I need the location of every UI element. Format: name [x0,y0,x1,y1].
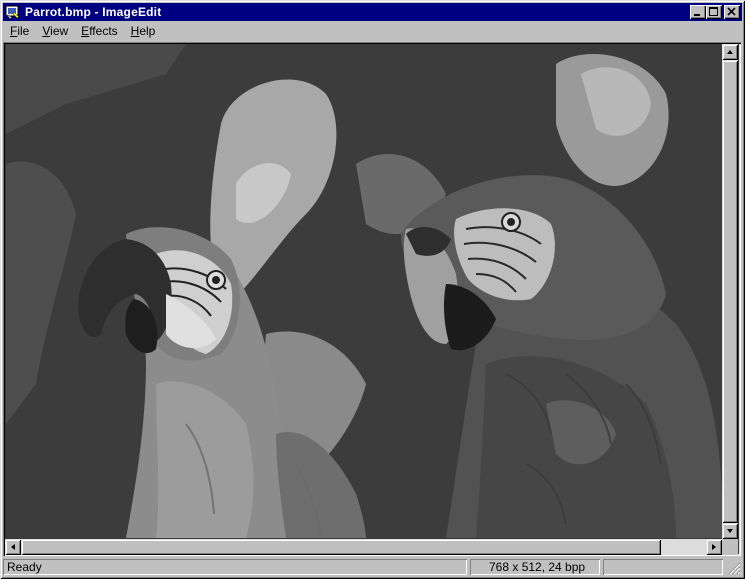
maximize-button[interactable] [706,5,722,19]
close-icon [727,7,736,16]
app-window: Parrot.bmp - ImageEdit File View Effects… [0,0,745,579]
title-buttons [690,5,740,19]
minimize-button[interactable] [690,5,706,19]
menu-help-label: Help [130,24,156,38]
menu-bar: File View Effects Help [3,22,742,41]
menu-file-label: File [10,24,30,38]
maximize-icon [709,7,718,16]
app-icon[interactable] [5,4,21,20]
arrow-down-icon [727,529,733,533]
arrow-left-icon [11,544,15,550]
menu-effects[interactable]: Effects [74,22,123,41]
horizontal-scroll-thumb[interactable] [21,539,661,555]
status-ready: Ready [3,559,467,575]
scroll-right-button[interactable] [706,539,722,555]
menu-help[interactable]: Help [124,22,162,41]
status-extra [603,559,723,575]
arrow-right-icon [712,544,716,550]
scroll-up-button[interactable] [722,44,738,60]
close-button[interactable] [724,5,740,19]
scroll-down-button[interactable] [722,523,738,539]
menu-view-label: View [42,24,69,38]
scrollbar-corner [722,539,738,555]
menu-file[interactable]: File [3,22,35,41]
image-client-area [3,42,741,556]
menu-effects-label: Effects [81,24,118,38]
image-canvas[interactable] [6,44,723,538]
parrot-image [6,44,723,538]
title-bar[interactable]: Parrot.bmp - ImageEdit [3,3,742,21]
status-bar: Ready 768 x 512, 24 bpp [3,558,742,576]
horizontal-scrollbar[interactable] [5,539,722,555]
status-dimensions: 768 x 512, 24 bpp [470,559,600,575]
window-title: Parrot.bmp - ImageEdit [25,5,162,19]
resize-grip-icon[interactable] [727,561,741,575]
scroll-left-button[interactable] [5,539,21,555]
vertical-scrollbar[interactable] [722,44,738,539]
arrow-up-icon [727,50,733,54]
menu-view[interactable]: View [35,22,74,41]
minimize-icon [694,14,700,16]
vertical-scroll-thumb[interactable] [722,60,738,523]
